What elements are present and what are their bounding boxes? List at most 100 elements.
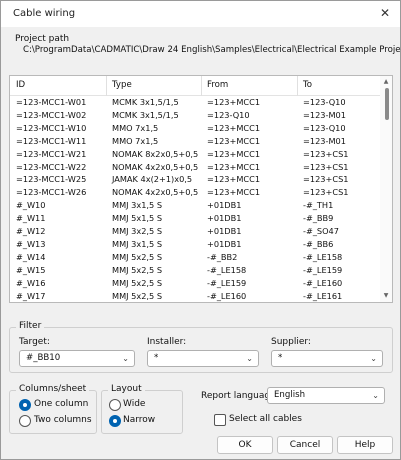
vertical-scrollbar[interactable]: ▲ ▼ — [380, 76, 392, 302]
cell-to: =123-M01 — [303, 109, 346, 120]
columns-sheet-group: Columns/sheet — [9, 384, 97, 434]
table-row[interactable]: #_W15 MMJ 5x2,5 S -#_LE158 -#_LE159 — [10, 264, 380, 277]
cell-type: MMJ 5x1,5 S — [112, 213, 163, 224]
scroll-down-icon[interactable]: ▼ — [382, 292, 390, 300]
table-row[interactable]: #_W17 MMJ 5x2,5 S -#_LE160 -#_LE161 — [10, 290, 380, 303]
cell-from: =123-Q10 — [207, 109, 250, 120]
cell-from: +01DB1 — [207, 213, 242, 224]
table-row[interactable]: #_W13 MMJ 3x1,5 S +01DB1 -#_BB6 — [10, 238, 380, 251]
cell-type: MMJ 3x1,5 S — [112, 238, 163, 249]
help-button[interactable]: Help — [337, 436, 393, 454]
layout-group: Layout — [101, 384, 183, 434]
table-row[interactable]: =123-MCC1-W21 NOMAK 8x2x0,5+0,5 =123+MCC1 =… — [10, 148, 380, 161]
cell-type: MMJ 5x2,5 S — [112, 277, 163, 288]
cell-id: #_W13 — [16, 238, 46, 249]
column-header-from[interactable]: From — [207, 80, 228, 90]
cell-to: -#_BB9 — [303, 213, 334, 224]
one-column-label[interactable]: One column — [34, 399, 88, 409]
table-row[interactable]: #_W11 MMJ 5x1,5 S +01DB1 -#_BB9 — [10, 212, 380, 225]
table-row[interactable]: =123-MCC1-W26 NOMAK 4x2x0,5+0,5 =123+MCC1 =… — [10, 186, 380, 199]
filter-group-label: Filter — [16, 321, 45, 331]
cell-to: =123+CS1 — [303, 148, 349, 159]
cell-to: -#_LE159 — [303, 264, 343, 275]
table-row[interactable]: #_W12 MMJ 3x2,5 S +01DB1 -#_SO47 — [10, 225, 380, 238]
column-separator[interactable] — [201, 76, 202, 96]
cell-from: +01DB1 — [207, 226, 242, 236]
installer-value: * — [154, 353, 159, 363]
cell-to: -#_LE161 — [303, 290, 343, 301]
cell-id: #_W17 — [16, 290, 46, 301]
cell-type: MCMK 3x1,5/1,5 — [112, 109, 179, 120]
column-header-id[interactable]: ID — [16, 80, 25, 90]
cell-to: -#_LE158 — [303, 251, 343, 262]
cell-from: -#_LE159 — [207, 277, 247, 288]
target-label: Target: — [19, 337, 50, 347]
table-row[interactable]: =123-MCC1-W25 JAMAK 4x(2+1)x0,5 =123+MCC1 =… — [10, 173, 380, 186]
table-row[interactable]: #_W16 MMJ 5x2,5 S -#_LE159 -#_LE160 — [10, 277, 380, 290]
narrow-radio[interactable] — [109, 415, 121, 427]
cell-type: MMJ 3x2,5 S — [112, 226, 163, 236]
cell-to: -#_LE160 — [303, 277, 343, 288]
table-row[interactable]: =123-MCC1-W10 MMO 7x1,5 =123+MCC1 =123-Q10 — [10, 122, 380, 135]
cell-from: =123+MCC1 — [207, 161, 261, 172]
column-separator[interactable] — [297, 76, 298, 96]
table-row[interactable]: =123-MCC1-W11 MMO 7x1,5 =123+MCC1 =123-M01 — [10, 135, 380, 148]
cell-type: MMJ 5x2,5 S — [112, 264, 163, 275]
cell-id: =123-MCC1-W25 — [16, 174, 87, 185]
cable-table[interactable]: ID Type From To =123-MCC1-W01 MCMK 3x1,5/… — [9, 75, 393, 303]
cancel-button[interactable]: Cancel — [277, 436, 333, 454]
column-header-to[interactable]: To — [303, 80, 312, 90]
chevron-down-icon: ⌄ — [372, 391, 379, 400]
cell-type: MMO 7x1,5 — [112, 122, 159, 133]
cell-to: -#_TH1 — [303, 200, 334, 211]
cell-from: =123+MCC1 — [207, 174, 261, 185]
scroll-thumb[interactable] — [385, 88, 389, 120]
narrow-label[interactable]: Narrow — [123, 415, 155, 425]
table-row[interactable]: =123-MCC1-W01 MCMK 3x1,5/1,5 =123+MCC1 =123… — [10, 96, 380, 109]
cell-to: -#_BB6 — [303, 238, 334, 249]
cell-to: -#_LE162 — [303, 302, 342, 303]
cell-from: +01DB1 — [207, 200, 242, 211]
table-header: ID Type From To — [10, 76, 380, 96]
cell-from: =123+MCC1 — [207, 135, 261, 146]
project-path-value: C:\ProgramData\CADMATIC\Draw 24 English\… — [23, 45, 401, 55]
cell-type: MCMK 3x1,5/1,5 — [112, 97, 179, 107]
wide-label[interactable]: Wide — [123, 399, 145, 409]
column-separator[interactable] — [106, 76, 107, 96]
select-all-checkbox[interactable] — [214, 414, 226, 426]
wide-radio[interactable] — [109, 399, 121, 411]
cell-type: NOMAK 8x2x0,5+0,5 — [112, 148, 199, 159]
table-row[interactable]: =123-MCC1-W22 NOMAK 4x2x0,5+0,5 =123+MCC1 =… — [10, 161, 380, 174]
cell-id: #_W12 — [16, 226, 46, 236]
cell-id: #_W11 — [16, 213, 46, 224]
cell-type: NOMAK 4x2x0,5+0,5 — [112, 187, 199, 198]
table-row[interactable]: =123-MCC1-W02 MCMK 3x1,5/1,5 =123-Q10 =123-… — [10, 109, 380, 122]
two-columns-radio[interactable] — [19, 415, 31, 427]
cell-from: -#_LE161 — [207, 302, 246, 303]
ok-button[interactable]: OK — [217, 436, 273, 454]
cell-type: MMJ 5x2,5 S — [112, 251, 163, 262]
cell-id: #_W16 — [16, 277, 46, 288]
cell-id: #_W15 — [16, 264, 46, 275]
cell-id: #_W14 — [16, 251, 46, 262]
cell-type: NOMAK 4x2x0,5+0,5 — [112, 161, 199, 172]
table-row[interactable]: #_W18 MMJ 5x2,5 S -#_LE161 -#_LE162 — [10, 302, 380, 303]
chevron-down-icon: ⌄ — [246, 354, 253, 363]
cell-from: -#_LE160 — [207, 290, 247, 301]
two-columns-label[interactable]: Two columns — [34, 415, 92, 425]
report-language-combo[interactable]: English ⌄ — [267, 387, 385, 404]
column-header-type[interactable]: Type — [112, 80, 132, 90]
cell-id: #_W18 — [16, 302, 45, 303]
cell-from: -#_BB2 — [207, 251, 238, 262]
target-combo[interactable]: #_BB10 ⌄ — [19, 350, 135, 367]
scroll-up-icon[interactable]: ▲ — [382, 78, 390, 86]
table-row[interactable]: #_W10 MMJ 3x1,5 S +01DB1 -#_TH1 — [10, 199, 380, 212]
select-all-label[interactable]: Select all cables — [229, 414, 302, 424]
cell-to: =123-Q10 — [303, 97, 346, 107]
installer-combo[interactable]: * ⌄ — [147, 350, 259, 367]
cell-id: =123-MCC1-W11 — [16, 135, 87, 146]
one-column-radio[interactable] — [19, 399, 31, 411]
supplier-combo[interactable]: * ⌄ — [271, 350, 383, 367]
close-icon[interactable]: ✕ — [378, 6, 392, 20]
table-row[interactable]: #_W14 MMJ 5x2,5 S -#_BB2 -#_LE158 — [10, 251, 380, 264]
